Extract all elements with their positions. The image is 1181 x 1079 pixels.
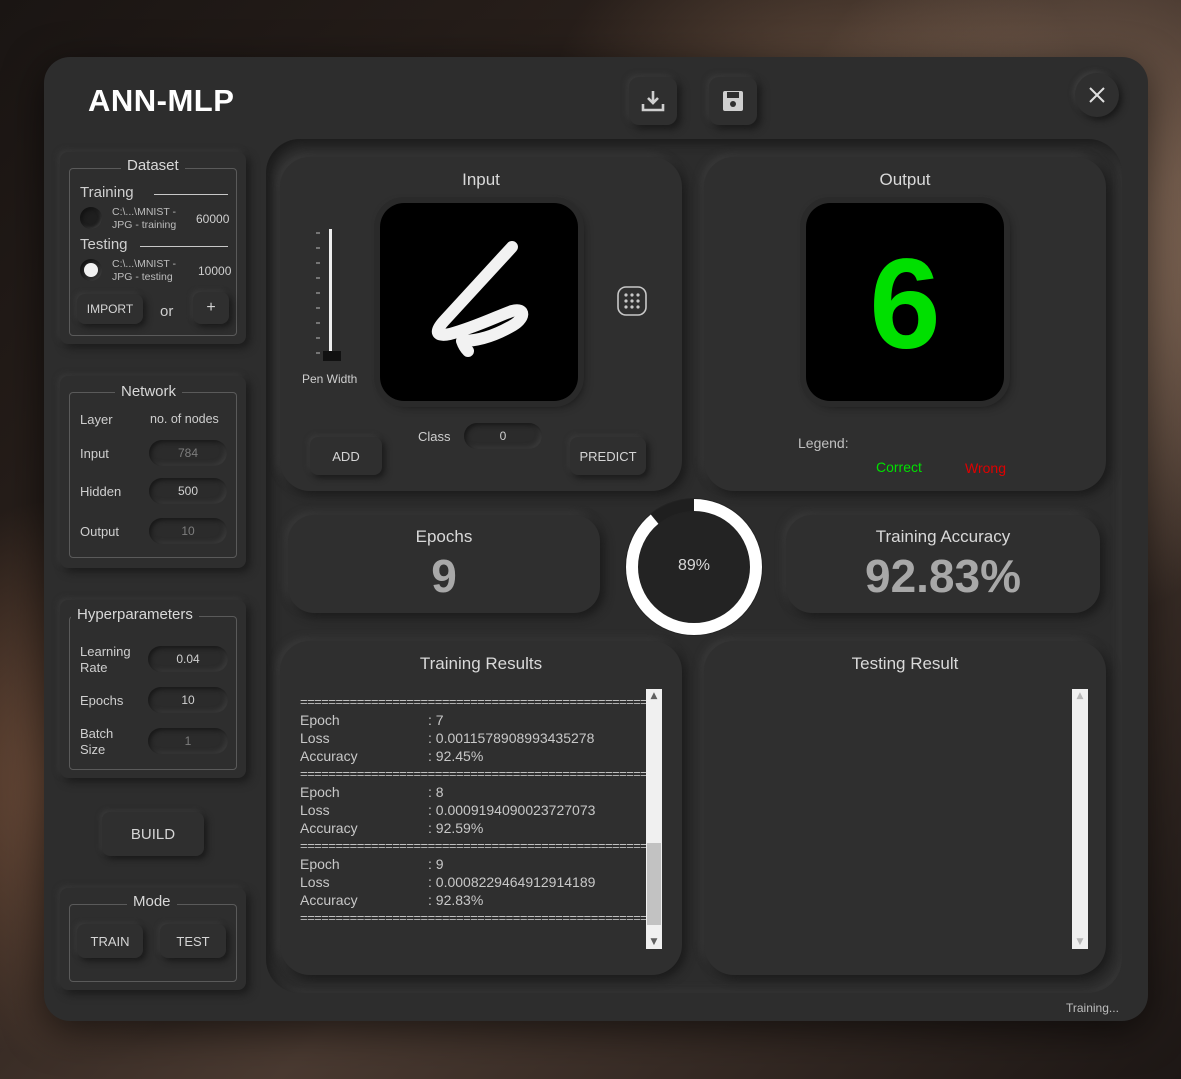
batch-size-field[interactable]: 1 — [148, 728, 228, 754]
scroll-up-arrow[interactable]: ▲ — [1072, 689, 1088, 703]
log-separator: ========================================… — [300, 910, 648, 925]
progress-label: 89% — [677, 557, 711, 574]
testing-count: 10000 — [198, 264, 232, 278]
testing-result-scrollbar[interactable]: ▲ ▼ — [1072, 689, 1088, 949]
pen-width-thumb[interactable] — [323, 351, 341, 361]
import-button[interactable]: IMPORT — [77, 294, 143, 324]
training-results-log[interactable]: ========================================… — [300, 689, 658, 949]
grid-dots-icon[interactable] — [616, 285, 648, 321]
training-results-title: Training Results — [419, 654, 543, 673]
scroll-down-arrow[interactable]: ▼ — [1072, 935, 1088, 949]
mode-title: Mode — [127, 893, 177, 910]
close-icon — [1089, 87, 1105, 103]
class-field[interactable]: 0 — [464, 423, 542, 449]
save-button[interactable] — [709, 77, 757, 125]
dataset-panel: Dataset Training C:\...\MNIST - JPG - tr… — [60, 152, 246, 344]
epochs-field[interactable]: 10 — [148, 687, 228, 713]
output-nodes-field[interactable]: 10 — [149, 518, 227, 544]
predicted-digit: 6 — [869, 233, 941, 376]
training-results-scrollbar[interactable]: ▲ ▼ — [646, 689, 662, 949]
training-results-panel: Training Results =======================… — [280, 641, 682, 975]
epochs-card: Epochs 9 — [288, 515, 600, 613]
mode-panel: Mode TRAIN TEST — [60, 888, 246, 990]
add-sample-button[interactable]: ADD — [310, 437, 382, 475]
network-panel: Network Layer no. of nodes Input 784 Hid… — [60, 376, 246, 568]
testing-result-log[interactable] — [724, 689, 1082, 949]
scrollbar-thumb[interactable] — [647, 843, 661, 925]
drawing-canvas[interactable] — [380, 203, 578, 401]
log-separator: ========================================… — [300, 766, 648, 781]
main-area: Input Pen Width Class 0 ADD PREDICT Outp… — [266, 139, 1122, 993]
legend-wrong: Wrong — [965, 460, 1006, 476]
epochs-title: Epochs — [415, 527, 473, 546]
training-accuracy-title: Training Accuracy — [875, 527, 1011, 546]
epochs-value: 9 — [431, 550, 457, 602]
status-text: Training... — [1066, 1001, 1119, 1015]
legend-correct: Correct — [876, 459, 922, 475]
training-accuracy-card: Training Accuracy 92.83% — [786, 515, 1100, 613]
input-panel: Input Pen Width Class 0 ADD PREDICT — [280, 157, 682, 491]
close-button[interactable] — [1075, 73, 1119, 117]
learning-rate-field[interactable]: 0.04 — [148, 646, 228, 672]
training-accuracy-value: 92.83% — [864, 550, 1021, 602]
floppy-save-icon — [723, 91, 743, 111]
download-button[interactable] — [629, 77, 677, 125]
download-icon — [641, 91, 665, 112]
nodes-col-header: no. of nodes — [150, 412, 219, 426]
build-button[interactable]: BUILD — [102, 812, 204, 856]
app-window: ANN-MLP Dataset Training C:\...\MNIST - … — [44, 57, 1148, 1021]
output-title: Output — [879, 170, 931, 189]
scroll-up-arrow[interactable]: ▲ — [646, 689, 662, 703]
output-display: 6 — [806, 203, 1004, 401]
network-title: Network — [115, 383, 183, 400]
training-radio[interactable] — [80, 207, 102, 229]
add-dataset-button[interactable]: + — [193, 292, 229, 324]
epochs-param-label: Epochs — [80, 693, 124, 708]
testing-label: Testing — [80, 236, 128, 253]
log-separator: ========================================… — [300, 694, 648, 709]
test-button[interactable]: TEST — [160, 924, 226, 958]
input-title: Input — [462, 170, 500, 189]
testing-radio[interactable] — [80, 259, 102, 281]
dataset-title: Dataset — [121, 157, 185, 174]
training-path: C:\...\MNIST - JPG - training — [112, 206, 177, 231]
testing-result-title: Testing Result — [851, 654, 959, 673]
pen-width-label: Pen Width — [302, 372, 358, 386]
progress-ring: 89% — [622, 495, 766, 639]
learning-rate-label: Learning Rate — [80, 644, 131, 675]
training-count: 60000 — [196, 212, 230, 226]
hidden-layer-label: Hidden — [80, 484, 122, 499]
handwritten-digit-drawing — [431, 241, 529, 357]
testing-path: C:\...\MNIST - JPG - testing — [112, 258, 176, 283]
batch-size-label: Batch Size — [80, 726, 114, 757]
hidden-nodes-field[interactable]: 500 — [149, 478, 227, 504]
layer-col-header: Layer — [80, 412, 113, 427]
hyperparameters-title: Hyperparameters — [71, 606, 199, 623]
scroll-down-arrow[interactable]: ▼ — [646, 935, 662, 949]
legend-label: Legend: — [798, 435, 849, 451]
pen-width-slider[interactable] — [312, 229, 342, 363]
testing-result-panel: Testing Result ▲ ▼ — [704, 641, 1106, 975]
output-panel: Output 6 Legend: Correct Wrong — [704, 157, 1106, 491]
input-nodes-field[interactable]: 784 — [149, 440, 227, 466]
training-label: Training — [80, 184, 134, 201]
log-separator: ========================================… — [300, 838, 648, 853]
or-label: or — [160, 303, 174, 320]
predict-button[interactable]: PREDICT — [570, 437, 646, 475]
output-layer-label: Output — [80, 524, 120, 539]
train-button[interactable]: TRAIN — [77, 924, 143, 958]
app-title: ANN-MLP — [88, 83, 235, 118]
input-layer-label: Input — [80, 446, 109, 461]
pen-width-ticks — [316, 229, 332, 355]
hyperparameters-panel: Hyperparameters Learning Rate 0.04 Epoch… — [60, 600, 246, 778]
class-label: Class — [418, 429, 451, 444]
